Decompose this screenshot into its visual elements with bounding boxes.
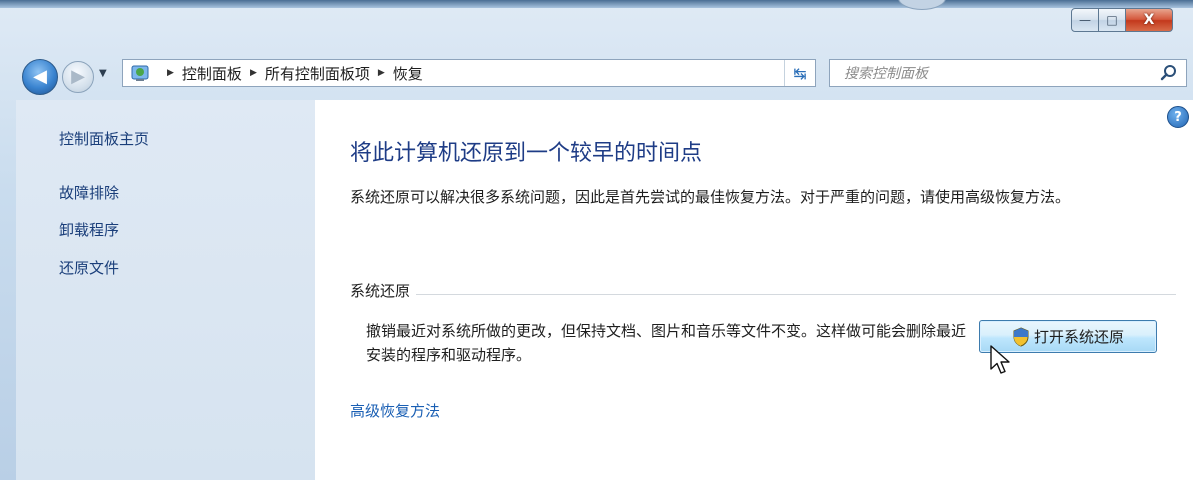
section-divider xyxy=(350,294,1176,295)
minimize-button[interactable]: — xyxy=(1071,8,1099,32)
sidebar-link-control-panel-home[interactable]: 控制面板主页 xyxy=(59,128,149,149)
breadcrumb-separator-icon[interactable]: ▶ xyxy=(378,68,385,78)
search-icon[interactable] xyxy=(1160,64,1178,82)
sidebar-link-uninstall-program[interactable]: 卸载程序 xyxy=(59,219,119,240)
window-frame: — □ X ◀ ▶ ▼ ▶ 控制面板 ▶ 所有控制面板项 ▶ 恢复 ▼ ↹ xyxy=(0,0,1193,480)
minimize-icon: — xyxy=(1079,13,1091,27)
maximize-icon: □ xyxy=(1106,13,1118,27)
address-bar[interactable]: ▶ 控制面板 ▶ 所有控制面板项 ▶ 恢复 ▼ ↹ xyxy=(122,59,890,87)
title-bar-ornament xyxy=(898,0,946,10)
main-pane: ? 将此计算机还原到一个较早的时间点 系统还原可以解决很多系统问题，因此是首先尝… xyxy=(315,100,1193,480)
page-description: 系统还原可以解决很多系统问题，因此是首先尝试的最佳恢复方法。对于严重的问题，请使… xyxy=(350,188,1071,206)
open-system-restore-label: 打开系统还原 xyxy=(1033,328,1124,346)
mouse-pointer-icon xyxy=(990,345,1010,374)
content-area: 控制面板主页 故障排除 卸载程序 还原文件 ? 将此计算机还原到一个较早的时间点… xyxy=(16,100,1193,480)
control-panel-icon xyxy=(131,65,149,81)
search-input[interactable] xyxy=(842,61,1146,87)
sidebar: 控制面板主页 故障排除 卸载程序 还原文件 xyxy=(16,100,315,480)
breadcrumb-control-panel[interactable]: 控制面板 xyxy=(182,63,242,84)
page-title: 将此计算机还原到一个较早的时间点 xyxy=(350,141,703,166)
section-title-system-restore: 系统还原 xyxy=(350,280,417,301)
forward-button[interactable]: ▶ xyxy=(62,61,94,93)
sidebar-link-restore-files[interactable]: 还原文件 xyxy=(59,257,119,278)
forward-arrow-icon: ▶ xyxy=(71,66,85,87)
caption-buttons: — □ X xyxy=(1071,8,1173,32)
back-button[interactable]: ◀ xyxy=(22,59,58,95)
search-box xyxy=(829,59,1187,87)
breadcrumb-recovery[interactable]: 恢复 xyxy=(393,63,423,84)
breadcrumb-separator-icon[interactable]: ▶ xyxy=(250,68,257,78)
refresh-button[interactable]: ↹ xyxy=(784,60,815,86)
close-button[interactable]: X xyxy=(1126,8,1173,32)
refresh-icon: ↹ xyxy=(793,63,807,83)
sidebar-link-troubleshooting[interactable]: 故障排除 xyxy=(59,182,119,203)
breadcrumb-all-items[interactable]: 所有控制面板项 xyxy=(265,63,370,84)
maximize-button[interactable]: □ xyxy=(1099,8,1126,32)
help-icon: ? xyxy=(1174,109,1182,125)
recent-pages-dropdown[interactable]: ▼ xyxy=(99,68,107,79)
frame-top-edge xyxy=(0,0,1193,8)
uac-shield-icon xyxy=(1013,326,1029,347)
back-arrow-icon: ◀ xyxy=(33,66,47,87)
help-button[interactable]: ? xyxy=(1167,106,1189,128)
advanced-recovery-link[interactable]: 高级恢复方法 xyxy=(350,400,440,421)
system-restore-description: 撤销最近对系统所做的更改，但保持文档、图片和音乐等文件不变。这样做可能会删除最近… xyxy=(366,322,967,364)
breadcrumb-separator-icon: ▶ xyxy=(167,68,174,78)
close-icon: X xyxy=(1143,12,1155,28)
